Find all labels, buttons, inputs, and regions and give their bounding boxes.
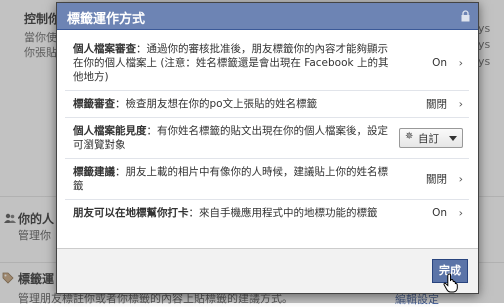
gear-icon: ✵ bbox=[405, 131, 414, 142]
chevron-right-icon[interactable]: › bbox=[459, 207, 463, 220]
dialog-title: 標籤運作方式 bbox=[67, 12, 146, 27]
setting-desc: ：檢查朋友想在你的po文上張貼的姓名標籤 bbox=[115, 98, 318, 110]
setting-description: 標籤審查：檢查朋友想在你的po文上張貼的姓名標籤 bbox=[65, 91, 389, 117]
hand-cursor-icon bbox=[443, 273, 458, 293]
settings-list: 個人檔案審查：通過你的審核批准後，朋友標籤你的內容才能夠顯示在你的個人檔案上 (… bbox=[65, 36, 469, 226]
setting-desc: ：朋友上載的相片中有像你的人時候，建議貼上你的姓名標籤 bbox=[73, 166, 388, 192]
dialog-header: 標籤運作方式 bbox=[57, 3, 478, 30]
chevron-right-icon[interactable]: › bbox=[459, 98, 463, 111]
audience-dropdown[interactable]: ✵ 自訂 bbox=[399, 128, 463, 148]
setting-description: 標籤建議：朋友上載的相片中有像你的人時候，建議貼上你的姓名標籤 bbox=[65, 159, 389, 199]
audience-value: 自訂 bbox=[418, 133, 439, 145]
setting-description: 朋友可以在地標幫你打卡：來自手機應用程式中的地標功能的標籤 bbox=[65, 200, 389, 226]
settings-row-profile-review[interactable]: 個人檔案審查：通過你的審核批准後，朋友標籤你的內容才能夠顯示在你的個人檔案上 (… bbox=[65, 36, 469, 91]
tagging-settings-dialog: 標籤運作方式 個人檔案審查：通過你的審核批准後，朋友標籤你的內容才能夠顯示在你的… bbox=[56, 2, 479, 294]
lock-icon bbox=[461, 10, 470, 22]
settings-row-tag-review[interactable]: 標籤審查：檢查朋友想在你的po文上張貼的姓名標籤 關閉 › bbox=[65, 91, 469, 118]
setting-title: 標籤建議 bbox=[73, 166, 115, 178]
settings-row-places-checkin[interactable]: 朋友可以在地標幫你打卡：來自手機應用程式中的地標功能的標籤 On › bbox=[65, 200, 469, 226]
setting-value: On bbox=[432, 57, 447, 69]
setting-description: 個人檔案審查：通過你的審核批准後，朋友標籤你的內容才能夠顯示在你的個人檔案上 (… bbox=[65, 36, 389, 90]
setting-value: On bbox=[432, 207, 447, 219]
setting-description: 個人檔案能見度：有你姓名標籤的貼文出現在你的個人檔案後，設定可瀏覽對象 bbox=[65, 118, 389, 158]
settings-row-tag-suggestions[interactable]: 標籤建議：朋友上載的相片中有像你的人時候，建議貼上你的姓名標籤 關閉 › bbox=[65, 159, 469, 200]
chevron-right-icon[interactable]: › bbox=[459, 173, 463, 186]
settings-row-profile-visibility: 個人檔案能見度：有你姓名標籤的貼文出現在你的個人檔案後，設定可瀏覽對象 ✵ 自訂 bbox=[65, 118, 469, 159]
caret-down-icon bbox=[449, 136, 457, 141]
setting-title: 個人檔案審查 bbox=[73, 43, 136, 55]
chevron-right-icon[interactable]: › bbox=[459, 57, 463, 70]
dialog-footer: 完成 bbox=[57, 248, 478, 293]
setting-value: 關閉 bbox=[426, 173, 447, 186]
setting-title: 標籤審查 bbox=[73, 98, 115, 110]
setting-value: 關閉 bbox=[426, 98, 447, 111]
setting-title: 個人檔案能見度 bbox=[73, 125, 147, 137]
setting-desc: ：來自手機應用程式中的地標功能的標籤 bbox=[188, 207, 378, 219]
setting-title: 朋友可以在地標幫你打卡 bbox=[73, 207, 189, 219]
